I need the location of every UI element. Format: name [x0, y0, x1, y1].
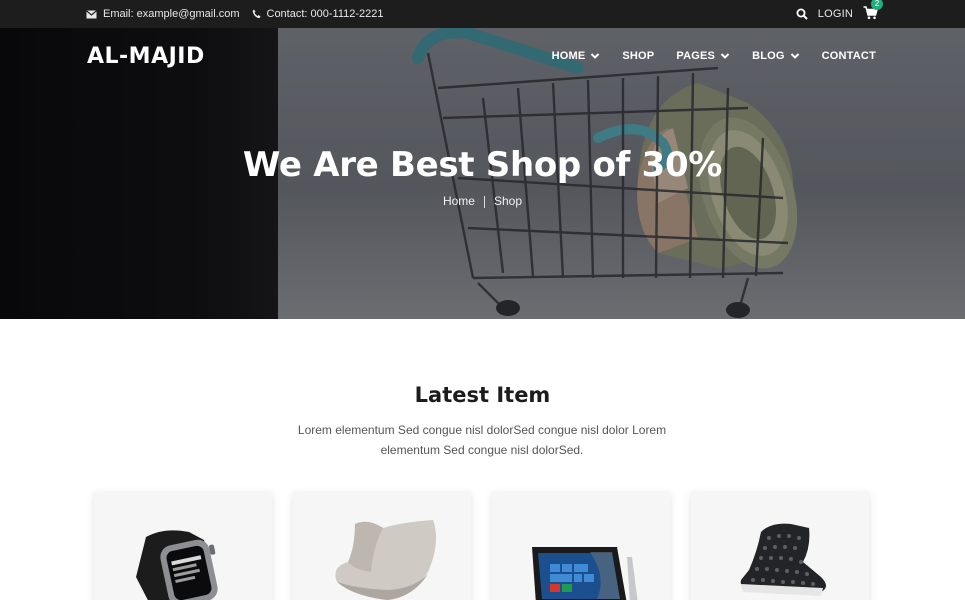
- email-text: Email: example@gmail.com: [103, 8, 240, 20]
- top-bar-actions: LOGIN 2: [796, 0, 883, 28]
- hero-banner: AL-MAJID HOME SHOP PAGES BLOG CONTACT We…: [0, 28, 965, 319]
- contact-text: Contact: 000-1112-2221: [266, 8, 384, 20]
- egg-chair-icon: [335, 520, 437, 600]
- main-nav: HOME SHOP PAGES BLOG CONTACT: [530, 50, 876, 62]
- nav-item-label: PAGES: [676, 50, 716, 62]
- nav-item-pages[interactable]: PAGES: [676, 50, 730, 62]
- product-card-chair[interactable]: [293, 492, 471, 600]
- nav-item-label: HOME: [551, 50, 586, 62]
- product-card-sneaker[interactable]: [691, 492, 869, 600]
- nav-item-home[interactable]: HOME: [552, 50, 601, 62]
- product-card-watch[interactable]: [94, 492, 272, 600]
- email-info: Email: example@gmail.com: [86, 8, 240, 20]
- breadcrumb-separator: [483, 195, 485, 208]
- section-title: Latest Item: [414, 383, 551, 407]
- phone-icon: [252, 9, 260, 19]
- site-logo[interactable]: AL-MAJID: [87, 44, 205, 69]
- search-icon[interactable]: [796, 8, 808, 20]
- cart-button[interactable]: 2: [863, 0, 883, 22]
- breadcrumb-current: Shop: [493, 194, 523, 208]
- top-bar-contact-info: Email: example@gmail.com Contact: 000-11…: [86, 0, 384, 28]
- login-link[interactable]: LOGIN: [818, 8, 853, 20]
- hero-title: We Are Best Shop of 30%: [242, 145, 723, 185]
- envelope-icon: [86, 9, 97, 18]
- studded-sneaker-icon: [740, 523, 826, 596]
- product-card-laptop[interactable]: [492, 492, 670, 600]
- nav-item-blog[interactable]: BLOG: [752, 50, 800, 62]
- laptop-icon: [532, 547, 638, 600]
- breadcrumb: Home Shop: [0, 194, 965, 208]
- section-description: Lorem elementum Sed congue nisl dolorSed…: [297, 423, 667, 457]
- nav-item-label: CONTACT: [821, 50, 876, 62]
- contact-info: Contact: 000-1112-2221: [252, 8, 384, 20]
- cart-count-badge: 2: [871, 0, 883, 10]
- breadcrumb-home-link[interactable]: Home: [443, 194, 475, 208]
- smartwatch-icon: [136, 530, 218, 600]
- nav-item-shop[interactable]: SHOP: [622, 50, 654, 62]
- top-bar: Email: example@gmail.com Contact: 000-11…: [0, 0, 965, 28]
- chevron-down-icon: [790, 53, 799, 59]
- chevron-down-icon: [720, 53, 730, 59]
- nav-item-label: BLOG: [752, 50, 785, 62]
- chevron-down-icon: [591, 53, 600, 59]
- nav-item-label: SHOP: [622, 50, 655, 62]
- nav-item-contact[interactable]: CONTACT: [822, 50, 876, 62]
